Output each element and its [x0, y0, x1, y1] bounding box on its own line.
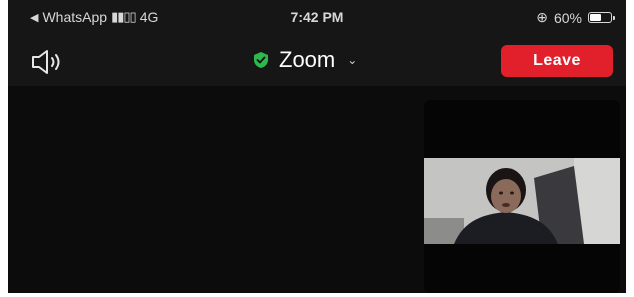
meeting-video-area[interactable] — [8, 86, 626, 293]
ios-status-bar: ◀ WhatsApp ▮▮▯▯ 4G 7:42 PM ⊕ 60% — [8, 0, 626, 36]
participant-video-tile[interactable] — [424, 158, 620, 244]
battery-tip — [613, 15, 615, 20]
zoom-meeting-screen: ◀ WhatsApp ▮▮▯▯ 4G 7:42 PM ⊕ 60% Zoom ⌄ … — [8, 0, 626, 293]
meeting-title-dropdown[interactable]: Zoom ⌄ — [253, 47, 357, 73]
self-view-panel[interactable] — [424, 100, 620, 293]
leave-button[interactable]: Leave — [501, 45, 613, 77]
shield-check-icon — [254, 52, 268, 68]
meeting-header: Zoom ⌄ Leave — [8, 36, 626, 86]
bottom-divider — [8, 293, 626, 297]
orientation-lock-icon: ⊕ — [536, 9, 548, 25]
battery-fill — [590, 14, 602, 21]
meeting-title: Zoom — [279, 47, 336, 72]
speaker-button[interactable] — [30, 49, 74, 75]
chevron-down-icon: ⌄ — [347, 53, 358, 67]
status-time: 7:42 PM — [290, 9, 344, 25]
participant-video-image — [424, 158, 620, 244]
battery-percent: 60% — [553, 9, 582, 26]
battery-icon — [588, 12, 615, 23]
speaker-icon — [32, 50, 60, 74]
status-right: ⊕ 60% — [536, 9, 615, 26]
